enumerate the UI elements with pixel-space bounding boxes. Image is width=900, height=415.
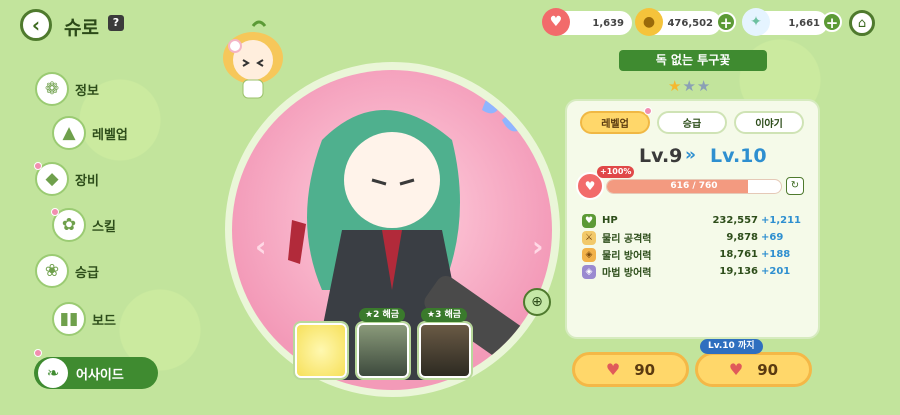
cost-value: 90 bbox=[634, 360, 656, 379]
board-icon: ▮▮ bbox=[52, 302, 86, 336]
heart-ticket-value: 1,639 bbox=[592, 17, 624, 29]
coin-value: 476,502 bbox=[667, 17, 713, 29]
stat-value: 232,557 bbox=[712, 215, 758, 226]
stat-value: 19,136 bbox=[719, 266, 758, 277]
crystal-value: 1,661 bbox=[788, 17, 820, 29]
stat-row-attack: ⚔ 물리 공격력 9,878 +69 bbox=[582, 229, 804, 246]
coin-icon: ● bbox=[635, 8, 663, 36]
level-arrow: » bbox=[685, 145, 696, 165]
sidebar-item-label: 보드 bbox=[92, 313, 116, 329]
sidebar-item-label: 레벨업 bbox=[92, 127, 128, 143]
stat-name: 물리 방어력 bbox=[602, 251, 652, 262]
stat-value: 9,878 bbox=[726, 232, 758, 243]
cost-value: 90 bbox=[757, 360, 779, 379]
sidebar-item-skill[interactable]: ✿ 스킬 bbox=[52, 208, 116, 242]
sidebar-item-aside[interactable]: ❧ 어사이드 bbox=[34, 357, 158, 389]
sidebar-item-label: 장비 bbox=[75, 173, 99, 189]
previous-arrow-icon[interactable]: ‹ bbox=[255, 230, 267, 263]
stat-increase: +69 bbox=[761, 232, 784, 243]
level-up-max-button[interactable]: ♥ 90 bbox=[695, 352, 812, 387]
coin-counter: ● 476,502 bbox=[635, 8, 721, 36]
level-up-once-button[interactable]: ♥ 90 bbox=[572, 352, 689, 387]
cycle-icon: ↻ bbox=[790, 180, 800, 191]
sidebar-item-info[interactable]: ❁ 정보 bbox=[35, 72, 99, 106]
stat-name: HP bbox=[602, 215, 618, 226]
heart-ticket-counter: ♥ 1,639 bbox=[542, 8, 632, 36]
xp-bonus-badge: +100% bbox=[597, 166, 635, 178]
home-button[interactable]: ⌂ bbox=[849, 10, 875, 36]
page-title: 슈로 bbox=[64, 17, 99, 39]
stat-row-magic-defense: ◈ 마법 방어력 19,136 +201 bbox=[582, 263, 804, 280]
sidebar-item-label: 정보 bbox=[75, 83, 99, 99]
sidebar-item-equip[interactable]: ◆ 장비 bbox=[35, 162, 99, 196]
skin-slot-1[interactable] bbox=[295, 323, 347, 378]
promote-icon: ❀ bbox=[35, 254, 69, 288]
heart-badge-icon: ♥ bbox=[542, 8, 570, 36]
level-target-tip: Lv.10 까지 bbox=[700, 339, 763, 354]
chibi-companion-illustration bbox=[223, 20, 283, 99]
unlock-star2-label: ★2 해금 bbox=[359, 308, 406, 322]
stat-row-hp: ♥ HP 232,557 +1,211 bbox=[582, 212, 804, 229]
heart-icon: ♥ bbox=[582, 213, 596, 228]
xp-text: 616 / 760 bbox=[670, 181, 718, 191]
sidebar-item-board[interactable]: ▮▮ 보드 bbox=[52, 302, 116, 336]
sidebar-item-promote[interactable]: ❀ 승급 bbox=[35, 254, 99, 288]
levelup-icon: ▲ bbox=[52, 116, 86, 150]
stat-increase: +201 bbox=[761, 266, 791, 277]
crystal-counter: ✦ 1,661 bbox=[742, 8, 828, 36]
sidebar-item-levelup[interactable]: ▲ 레벨업 bbox=[52, 116, 128, 150]
star-empty-icon: ★ bbox=[696, 77, 711, 95]
stat-row-defense: ◈ 물리 방어력 18,761 +188 bbox=[582, 246, 804, 263]
current-level: Lv.9 bbox=[639, 145, 683, 167]
character-name: 독 없는 투구꽃 bbox=[619, 50, 767, 71]
skin-slot-2[interactable] bbox=[357, 323, 409, 378]
zoom-icon: ⊕ bbox=[531, 294, 543, 310]
next-level: Lv.10 bbox=[710, 145, 767, 167]
ribbon-icon: ❧ bbox=[38, 358, 68, 388]
crystal-icon: ✦ bbox=[742, 8, 770, 36]
unlock-star3-label: ★3 해금 bbox=[421, 308, 468, 322]
tab-levelup[interactable]: 레벨업 bbox=[580, 111, 650, 134]
auto-exp-button[interactable]: ↻ bbox=[786, 177, 804, 195]
tab-promote[interactable]: 승급 bbox=[657, 111, 727, 134]
star-rating: ★ ★ ★ bbox=[668, 77, 710, 95]
shield-icon: ◈ bbox=[582, 247, 596, 262]
stat-name: 마법 방어력 bbox=[602, 268, 652, 279]
sidebar-item-label: 승급 bbox=[75, 265, 99, 281]
notification-dot bbox=[51, 208, 59, 216]
stat-increase: +1,211 bbox=[761, 215, 802, 226]
skin-slot-3[interactable] bbox=[419, 323, 471, 378]
heart-ticket-icon: ♥ bbox=[605, 360, 621, 379]
stat-increase: +188 bbox=[761, 249, 791, 260]
sword-icon: ⚔ bbox=[582, 230, 596, 245]
sidebar-item-label: 스킬 bbox=[92, 219, 116, 235]
back-button[interactable]: ‹ bbox=[20, 9, 52, 41]
chevron-left-icon: ‹ bbox=[31, 13, 41, 37]
magic-shield-icon: ◈ bbox=[582, 264, 596, 279]
star-filled-icon: ★ bbox=[668, 77, 682, 95]
notification-dot bbox=[644, 107, 652, 115]
heart-ticket-icon: ♥ bbox=[728, 360, 744, 379]
notification-dot bbox=[34, 349, 42, 357]
tab-story[interactable]: 이야기 bbox=[734, 111, 804, 134]
star-empty-icon: ★ bbox=[682, 77, 696, 95]
add-coin-button[interactable]: + bbox=[716, 12, 736, 32]
sidebar-item-label: 어사이드 bbox=[76, 367, 124, 383]
home-icon: ⌂ bbox=[857, 15, 867, 31]
notification-dot bbox=[34, 162, 42, 170]
add-crystal-button[interactable]: + bbox=[822, 12, 842, 32]
zoom-button[interactable]: ⊕ bbox=[523, 288, 551, 316]
stat-name: 물리 공격력 bbox=[602, 234, 652, 245]
info-icon: ❁ bbox=[35, 72, 69, 106]
next-arrow-icon[interactable]: › bbox=[532, 230, 544, 263]
stat-value: 18,761 bbox=[719, 249, 758, 260]
help-button[interactable]: ? bbox=[108, 15, 124, 31]
